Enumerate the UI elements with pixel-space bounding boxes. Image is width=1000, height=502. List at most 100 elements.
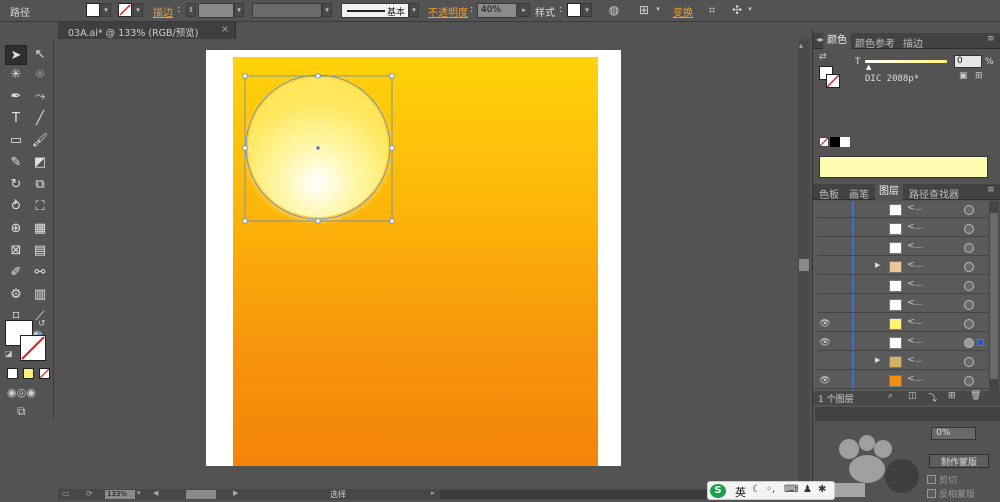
ime-moon-icon[interactable]: ☾ [752, 484, 761, 495]
tab-swatches[interactable]: 色板 [819, 186, 839, 201]
visibility-eye-icon[interactable] [819, 356, 831, 368]
lock-toggle[interactable] [833, 318, 845, 330]
layer-name[interactable]: <... [907, 203, 923, 213]
layer-name[interactable]: <... [907, 317, 923, 327]
layer-row[interactable]: ▶ <... [817, 259, 997, 275]
shape-builder-tool-icon[interactable]: ⊕ [5, 219, 27, 239]
ime-keyboard-icon[interactable]: ⌨ [784, 484, 798, 495]
lock-toggle[interactable] [833, 299, 845, 311]
tab-layers[interactable]: 图层 [875, 184, 903, 200]
layer-row[interactable]: <... [817, 202, 997, 218]
rotate-tool-icon[interactable]: ↻ [5, 175, 27, 195]
fill-dropdown-icon[interactable]: ▾ [101, 3, 111, 17]
lock-toggle[interactable] [833, 261, 845, 273]
make-mask-button[interactable]: 制作蒙版 [929, 454, 989, 468]
stroke-weight-field[interactable] [198, 3, 234, 18]
visibility-eye-icon[interactable] [819, 280, 831, 292]
options-dropdown-icon[interactable]: ▾ [745, 3, 755, 17]
draw-mode-icon[interactable]: ◉◎◉ [7, 386, 47, 400]
layer-row[interactable]: 👁 <... [817, 373, 997, 389]
handle-bl[interactable] [242, 218, 248, 224]
white-swatch[interactable] [840, 137, 850, 147]
new-sublayer-icon[interactable]: ⤵ [928, 391, 937, 404]
transparency-opacity-field[interactable]: 0% [931, 427, 976, 440]
layer-name[interactable]: <... [907, 336, 923, 346]
line-tool-icon[interactable]: ╱ [29, 109, 51, 129]
layer-row[interactable]: 👁 <... [817, 316, 997, 332]
tab-stroke[interactable]: 描边 [903, 35, 923, 50]
layers-scrollbar[interactable] [989, 201, 999, 391]
perspective-grid-tool-icon[interactable]: ▦ [29, 219, 51, 239]
next-artboard-icon[interactable]: ▶ [233, 489, 238, 497]
screen-mode-icon[interactable]: ⧉ [17, 404, 35, 418]
status-nav-icon[interactable]: ▭ [62, 489, 70, 498]
target-circle-icon[interactable] [964, 243, 974, 253]
target-circle-icon[interactable] [964, 224, 974, 234]
blend-tool-icon[interactable]: ⚯ [29, 263, 51, 283]
stroke-swatch[interactable] [118, 3, 132, 17]
swap-colors-icon[interactable]: ↺ [38, 319, 46, 329]
selection-tool-icon[interactable]: ➤ [5, 45, 27, 65]
handle-bc[interactable] [315, 218, 321, 224]
recolor-icon[interactable]: ◍ [606, 3, 622, 18]
expand-triangle-icon[interactable]: ▶ [875, 261, 880, 269]
direct-selection-tool-icon[interactable]: ↖ [29, 45, 51, 65]
paintbrush-tool-icon[interactable]: 🖌 [29, 131, 51, 151]
lock-toggle[interactable] [833, 337, 845, 349]
layer-name[interactable]: <... [907, 241, 923, 251]
opacity-arrow-icon[interactable]: ▸ [518, 3, 530, 17]
pencil-tool-icon[interactable]: ✎ [5, 153, 27, 173]
close-icon[interactable]: × [221, 24, 229, 35]
eyedropper-tool-icon[interactable]: ✐ [5, 263, 27, 283]
stroke-link[interactable]: 描边 [153, 4, 173, 19]
fill-swatch[interactable] [86, 3, 100, 17]
tab-color[interactable]: 颜色 [823, 33, 851, 49]
variable-width-field[interactable] [252, 3, 322, 18]
tab-brushes[interactable]: 画笔 [849, 186, 869, 201]
target-circle-icon[interactable] [964, 262, 974, 272]
lock-toggle[interactable] [833, 280, 845, 292]
layers-menu-icon[interactable]: ≡ [987, 185, 995, 195]
handle-tr[interactable] [389, 73, 395, 79]
opacity-link[interactable]: 不透明度 [428, 4, 468, 19]
expand-triangle-icon[interactable]: ▶ [875, 356, 880, 364]
color-preview-bar[interactable] [819, 156, 988, 178]
visibility-eye-icon[interactable]: 👁 [819, 337, 831, 349]
panel-menu-icon[interactable]: ≡ [987, 34, 995, 44]
gradient-tool-icon[interactable]: ▤ [29, 241, 51, 261]
lasso-tool-icon[interactable]: ⌾ [29, 65, 51, 85]
zoom-dropdown-icon[interactable]: ▾ [137, 489, 141, 497]
stroke-weight-stepper[interactable]: ⇕ [186, 3, 196, 17]
stroke-color-box[interactable] [20, 335, 46, 361]
visibility-eye-icon[interactable] [819, 261, 831, 273]
make-clipping-mask-icon[interactable]: ◫ [908, 391, 917, 401]
status-refresh-icon[interactable]: ⟳ [86, 489, 93, 498]
opacity-field[interactable]: 40% [477, 3, 517, 18]
align-icon[interactable]: ⊞ [636, 3, 652, 18]
lock-toggle[interactable] [833, 375, 845, 387]
lock-toggle[interactable] [833, 204, 845, 216]
layer-row[interactable]: ▶ <... [817, 354, 997, 370]
ime-language[interactable]: 英 [735, 484, 746, 500]
scale-tool-icon[interactable]: ⧉ [29, 175, 51, 195]
free-transform-tool-icon[interactable]: ⛶ [29, 197, 51, 217]
stroke-dropdown-icon[interactable]: ▾ [133, 3, 143, 17]
layer-name[interactable]: <... [907, 222, 923, 232]
type-tool-icon[interactable]: T [5, 109, 27, 129]
locate-object-icon[interactable]: ⌕ [888, 391, 893, 401]
column-graph-tool-icon[interactable]: ▥ [29, 285, 51, 305]
lock-toggle[interactable] [833, 223, 845, 235]
variable-width-dropdown-icon[interactable]: ▾ [322, 3, 332, 17]
target-circle-icon[interactable] [964, 205, 974, 215]
visibility-eye-icon[interactable]: 👁 [819, 375, 831, 387]
target-circle-icon[interactable] [964, 376, 974, 386]
status-menu-icon[interactable]: ▸ [431, 489, 435, 497]
visibility-eye-icon[interactable] [819, 242, 831, 254]
style-dropdown-icon[interactable]: ▾ [582, 3, 592, 17]
scrollbar-thumb[interactable] [799, 259, 809, 271]
pen-tool-icon[interactable]: ✒ [5, 87, 27, 107]
target-circle-icon[interactable] [964, 357, 974, 367]
rectangle-tool-icon[interactable]: ▭ [5, 131, 27, 151]
stroke-weight-dropdown-icon[interactable]: ▾ [234, 3, 244, 17]
handle-mr[interactable] [389, 145, 395, 151]
